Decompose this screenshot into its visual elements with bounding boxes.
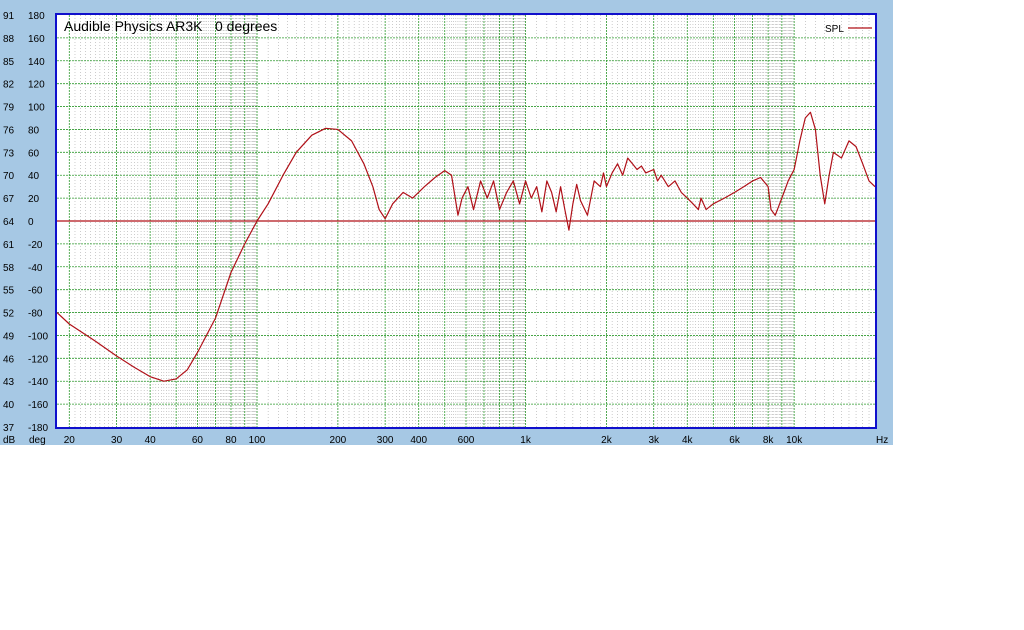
x-tick-label: 300: [377, 435, 394, 445]
y-tick-label-deg: 60: [28, 148, 40, 159]
y-tick-label-db: 88: [3, 34, 15, 45]
x-tick-label: 8k: [763, 435, 775, 445]
y-tick-label-db: 85: [3, 57, 15, 68]
y-tick-label-deg: 180: [28, 11, 45, 22]
x-tick-label: 3k: [648, 435, 660, 445]
y-tick-label-deg: -80: [28, 309, 43, 320]
y-axis-deg-label: deg: [29, 435, 46, 445]
x-tick-label: 10k: [786, 435, 803, 445]
chart-panel: 37 40 43 46 49 52 55 58 61 64 67 70 73 76 79 82 85 88 91 -…: [0, 0, 893, 445]
y-tick-label-deg: 20: [28, 194, 40, 205]
y-tick-label-db: 55: [3, 286, 15, 297]
x-tick-label: 4k: [682, 435, 694, 445]
y-axis-db-ticks: 37 40 43 46 49 52 55 58 61 64 67 70 73 76 79 82 85 88 91: [3, 11, 15, 434]
y-tick-label-db: 70: [3, 171, 15, 182]
y-tick-label-deg: -180: [28, 423, 48, 434]
y-tick-label-db: 37: [3, 423, 15, 434]
y-tick-label-db: 82: [3, 80, 15, 91]
y-tick-label-db: 58: [3, 263, 15, 274]
x-tick-label: 600: [458, 435, 475, 445]
x-tick-label: 1k: [520, 435, 532, 445]
y-tick-label-db: 49: [3, 331, 15, 342]
legend-label-spl: SPL: [825, 24, 844, 35]
y-tick-label-deg: -160: [28, 400, 48, 411]
y-tick-label-db: 73: [3, 148, 15, 159]
y-tick-label-db: 79: [3, 103, 15, 114]
x-tick-label: 400: [410, 435, 427, 445]
y-tick-label-deg: -20: [28, 240, 43, 251]
y-tick-label-deg: -60: [28, 286, 43, 297]
x-axis-ticks: 20 30 40 60 80 100 200 300 400 600 1k 2k 3k 4k 6k 8k 10k: [64, 435, 803, 445]
y-tick-label-deg: 0: [28, 217, 34, 228]
x-tick-label: 40: [145, 435, 157, 445]
y-tick-label-deg: -140: [28, 377, 48, 388]
x-tick-label: 30: [111, 435, 123, 445]
y-tick-label-deg: 100: [28, 103, 45, 114]
y-tick-label-deg: 120: [28, 80, 45, 91]
y-tick-label-db: 43: [3, 377, 15, 388]
x-tick-label: 60: [192, 435, 204, 445]
y-tick-label-db: 64: [3, 217, 15, 228]
y-tick-label-deg: 80: [28, 125, 40, 136]
x-tick-label: 2k: [601, 435, 613, 445]
x-tick-label: 200: [330, 435, 347, 445]
y-tick-label-db: 46: [3, 354, 15, 365]
y-tick-label-deg: 40: [28, 171, 40, 182]
x-axis-label: Hz: [876, 435, 888, 445]
chart-subtitle: 0 degrees: [215, 18, 277, 34]
y-tick-label-deg: -40: [28, 263, 43, 274]
y-tick-label-deg: -100: [28, 331, 48, 342]
y-tick-label-db: 91: [3, 11, 15, 22]
x-tick-label: 6k: [729, 435, 741, 445]
x-tick-label: 80: [225, 435, 237, 445]
y-tick-label-db: 52: [3, 309, 15, 320]
y-axis-deg-ticks: -180 -160 -140 -120 -100 -80 -60 -40 -20 0 20 40 60 8…: [28, 11, 48, 434]
chart-title: Audible Physics AR3K: [64, 18, 203, 34]
x-tick-label: 100: [249, 435, 266, 445]
y-tick-label-deg: 140: [28, 57, 45, 68]
y-tick-label-db: 76: [3, 125, 15, 136]
y-axis-db-label: dB: [3, 435, 16, 445]
x-tick-label: 20: [64, 435, 76, 445]
y-tick-label-db: 61: [3, 240, 15, 251]
frequency-response-chart: 37 40 43 46 49 52 55 58 61 64 67 70 73 76 79 82 85 88 91 -…: [3, 11, 888, 445]
y-tick-label-deg: -120: [28, 354, 48, 365]
y-tick-label-deg: 160: [28, 34, 45, 45]
y-tick-label-db: 67: [3, 194, 15, 205]
y-tick-label-db: 40: [3, 400, 15, 411]
